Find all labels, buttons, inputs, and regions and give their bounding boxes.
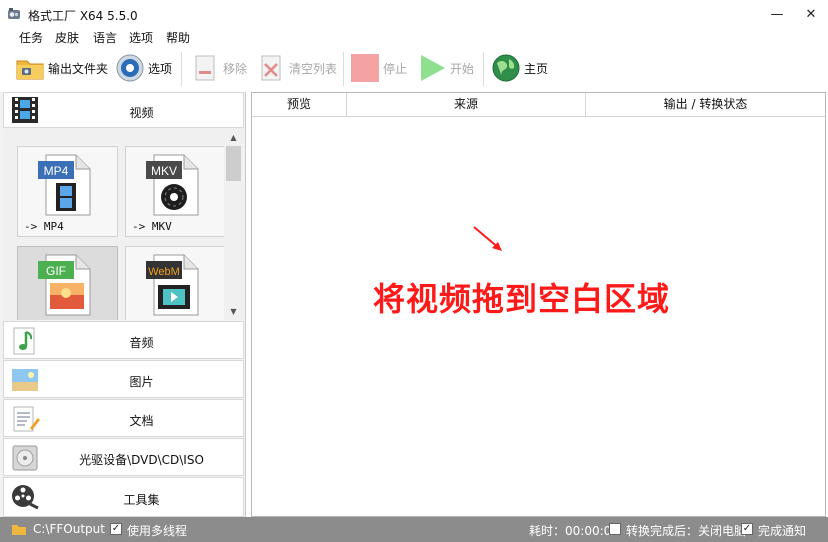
picture-icon — [12, 369, 38, 391]
menu-language[interactable]: 语言 — [93, 29, 117, 46]
menu-options[interactable]: 选项 — [129, 29, 153, 46]
category-rom-label: 光驱设备\DVD\CD\ISO — [79, 453, 204, 467]
multithread-label: 使用多线程 — [127, 524, 188, 538]
category-video-label: 视频 — [129, 106, 154, 120]
category-rom-device[interactable]: 光驱设备\DVD\CD\ISO — [3, 438, 244, 476]
notify-label: 完成通知 — [758, 524, 807, 538]
tile-to-webm[interactable]: WebM — [125, 246, 224, 320]
window-title: 格式工厂 X64 5.5.0 — [28, 9, 138, 23]
start-label: 开始 — [450, 61, 475, 76]
globe-icon — [492, 54, 520, 82]
app-logo-icon — [8, 8, 20, 19]
tile-label: -> MP4 — [24, 220, 64, 233]
menu-help[interactable]: 帮助 — [166, 29, 190, 46]
notify-checkbox[interactable]: ✓ — [741, 523, 753, 535]
folder-icon — [12, 525, 26, 535]
video-format-tiles: MP4 -> MP4 MKV -> MKV GIF WebM — [3, 129, 224, 320]
category-audio[interactable]: 音频 — [3, 321, 244, 359]
options-label: 选项 — [148, 61, 173, 76]
document-icon — [13, 406, 40, 432]
clear-list-label: 清空列表 — [289, 61, 338, 76]
remove-icon — [195, 55, 215, 81]
options-button[interactable]: 选项 — [115, 50, 172, 86]
toolbar-divider — [483, 52, 484, 86]
scroll-thumb[interactable] — [226, 146, 241, 181]
category-picture-label: 图片 — [129, 375, 154, 389]
stop-label: 停止 — [383, 61, 408, 76]
clear-list-icon — [261, 55, 281, 81]
category-audio-label: 音频 — [129, 336, 154, 350]
svg-text:MP4: MP4 — [44, 164, 69, 178]
film-icon — [12, 97, 38, 123]
category-tools[interactable]: 工具集 — [3, 477, 244, 517]
toolbar-divider — [181, 52, 182, 86]
toolbar: 输出文件夹 选项 移除 清空列表 停止 开始 主页 — [0, 48, 828, 90]
start-button[interactable]: 开始 — [417, 50, 474, 86]
play-icon — [421, 55, 445, 81]
close-button[interactable]: ✕ — [794, 0, 828, 28]
menu-task[interactable]: 任务 — [19, 29, 43, 46]
after-done-label: 转换完成后：关闭电脑 — [626, 524, 747, 538]
stop-button[interactable]: 停止 — [350, 50, 407, 86]
webm-file-icon: WebM — [146, 254, 199, 316]
column-preview[interactable]: 预览 — [252, 93, 347, 117]
title-bar: 格式工厂 X64 5.5.0 — ✕ — [0, 0, 828, 28]
toolbar-divider — [343, 52, 344, 86]
svg-text:GIF: GIF — [46, 264, 66, 278]
stop-icon — [351, 54, 379, 82]
tile-to-mp4[interactable]: MP4 -> MP4 — [17, 146, 118, 237]
multithread-checkbox[interactable]: ✓ — [110, 523, 122, 535]
remove-button[interactable]: 移除 — [190, 50, 247, 86]
scroll-up-arrow[interactable]: ▲ — [224, 129, 243, 146]
category-video[interactable]: 视频 — [3, 92, 244, 128]
gif-file-icon: GIF — [38, 254, 91, 316]
category-picture[interactable]: 图片 — [3, 360, 244, 398]
menu-skin[interactable]: 皮肤 — [55, 29, 79, 46]
scroll-down-arrow[interactable]: ▼ — [224, 303, 243, 320]
home-button[interactable]: 主页 — [491, 50, 548, 86]
gear-icon — [116, 54, 144, 82]
elapsed-time: 耗时：00:00:00 — [529, 524, 619, 538]
tile-to-gif[interactable]: GIF — [17, 246, 118, 320]
after-done-checkbox[interactable] — [609, 523, 621, 535]
task-list-panel[interactable]: 预览 来源 输出 / 转换状态 将视频拖到空白区域 — [251, 92, 826, 517]
clear-list-button[interactable]: 清空列表 — [256, 50, 337, 86]
mp4-file-icon: MP4 — [38, 154, 91, 216]
output-folder-button[interactable]: 输出文件夹 — [15, 50, 108, 86]
category-tools-label: 工具集 — [123, 493, 160, 507]
output-folder-label: 输出文件夹 — [48, 61, 109, 76]
output-path[interactable]: C:\FFOutput — [33, 522, 105, 536]
category-document[interactable]: 文档 — [3, 399, 244, 437]
tiles-scrollbar[interactable]: ▲ ▼ — [224, 129, 243, 320]
drag-hint-text: 将视频拖到空白区域 — [373, 280, 671, 318]
menu-bar: 任务 皮肤 语言 选项 帮助 — [0, 28, 828, 46]
film-reel-icon — [12, 485, 39, 510]
arrow-icon — [473, 226, 502, 251]
home-label: 主页 — [524, 61, 549, 76]
remove-label: 移除 — [223, 61, 248, 76]
music-note-icon — [13, 327, 35, 355]
tile-to-mkv[interactable]: MKV -> MKV — [125, 146, 224, 237]
category-panel: 视频 ▲ ▼ MP4 -> MP4 MKV -> MKV GIF WebM 音频… — [0, 92, 246, 517]
tile-label: -> MKV — [132, 220, 172, 233]
column-source[interactable]: 来源 — [347, 93, 586, 117]
disc-drive-icon — [12, 445, 38, 471]
svg-text:WebM: WebM — [148, 266, 180, 278]
folder-icon — [16, 60, 44, 80]
status-bar: C:\FFOutput ✓ 使用多线程 耗时：00:00:00 转换完成后：关闭… — [0, 517, 828, 542]
category-document-label: 文档 — [129, 414, 154, 428]
column-output-status[interactable]: 输出 / 转换状态 — [586, 93, 825, 117]
svg-text:MKV: MKV — [151, 164, 177, 178]
mkv-file-icon: MKV — [146, 154, 199, 216]
